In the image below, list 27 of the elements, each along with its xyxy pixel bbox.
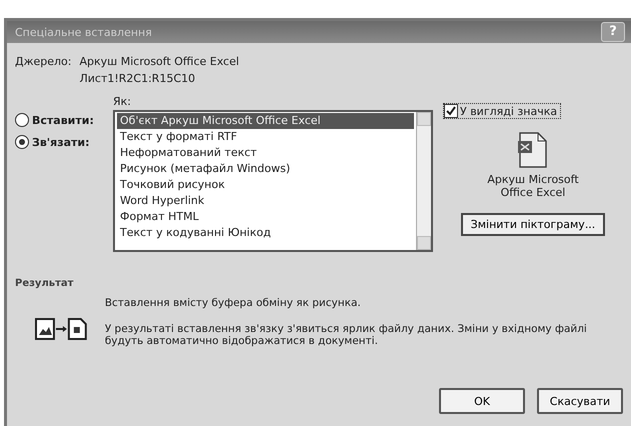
list-item[interactable]: Неформатований текст (117, 145, 414, 161)
list-item[interactable]: Текст у форматі RTF (117, 129, 414, 145)
result-label: Результат (15, 278, 74, 289)
radio-button[interactable]: Вставити: (15, 113, 113, 127)
icon-caption: Аркуш Microsoft Office Excel (486, 173, 580, 199)
list-item[interactable]: Текст у кодуванні Юнікод (117, 225, 414, 241)
radio-button[interactable]: Зв'язати: (15, 135, 113, 149)
result-text: У результаті вставлення зв'язку з'явиться ярлик файлу даних. Зміни у вхідному файлі будуть автоматично відображатися в документі. (104, 323, 588, 347)
result-text: Вставлення вмісту буфера обміну як рисунка. (104, 297, 362, 309)
source-text: Лист1!R2C1:R15C10 (80, 72, 196, 85)
as-label: Як: (113, 95, 132, 108)
list-item[interactable]: Об'єкт Аркуш Microsoft Office Excel (117, 113, 414, 129)
dialog-button[interactable]: Скасувати (537, 388, 623, 414)
check-icon (446, 106, 456, 116)
list-item[interactable]: Word Hyperlink (117, 193, 414, 209)
source-text: Аркуш Microsoft Office Excel (80, 55, 240, 68)
change-icon-button[interactable]: Змінити піктограму... (460, 213, 606, 236)
scrollbar[interactable] (416, 112, 431, 250)
list-item[interactable]: Формат HTML (117, 209, 414, 225)
dialog-button[interactable]: OK (439, 388, 525, 414)
display-as-icon-checkbox[interactable]: У вигляді значка (443, 103, 562, 119)
list-item[interactable]: Рисунок (метафайл Windows) (117, 161, 414, 177)
source-label: Джерело: (15, 55, 72, 70)
spreadsheet-file-icon (516, 131, 550, 169)
paste-link-icon (35, 317, 87, 341)
list-item[interactable]: Точковий рисунок (117, 177, 414, 193)
window-title: Спеціальне вставлення (15, 26, 152, 38)
